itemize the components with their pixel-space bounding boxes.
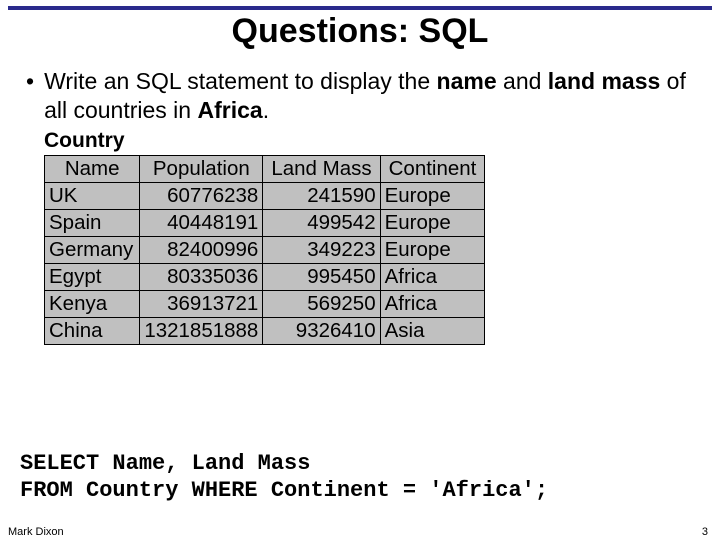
table-cell: Europe [380,236,485,263]
table-cell: Europe [380,182,485,209]
table-cell: Africa [380,290,485,317]
table-cell: 1321851888 [140,317,263,344]
table-row: Egypt80335036995450Africa [45,263,485,290]
col-population: Population [140,155,263,182]
prompt-text: Write an SQL statement to display the na… [44,67,712,125]
footer-author: Mark Dixon [8,526,64,538]
country-table-wrap: Country Name Population Land Mass Contin… [44,129,712,345]
table-cell: Germany [45,236,140,263]
table-cell: 569250 [263,290,380,317]
table-cell: 36913721 [140,290,263,317]
table-cell: China [45,317,140,344]
table-row: Spain40448191499542Europe [45,209,485,236]
table-cell: Asia [380,317,485,344]
col-name: Name [45,155,140,182]
table-cell: 9326410 [263,317,380,344]
slide-title: Questions: SQL [8,12,712,51]
table-cell: 349223 [263,236,380,263]
table-cell: Egypt [45,263,140,290]
table-cell: Spain [45,209,140,236]
bullet-dot: • [26,67,34,96]
table-header-row: Name Population Land Mass Continent [45,155,485,182]
col-continent: Continent [380,155,485,182]
table-cell: 241590 [263,182,380,209]
table-cell: UK [45,182,140,209]
table-row: Kenya36913721569250Africa [45,290,485,317]
country-table: Name Population Land Mass Continent UK60… [44,155,485,345]
table-cell: 40448191 [140,209,263,236]
footer-page: 3 [702,526,708,538]
col-landmass: Land Mass [263,155,380,182]
table-cell: Africa [380,263,485,290]
title-rule [8,6,712,10]
sql-line2: FROM Country WHERE Continent = 'Africa'; [20,478,548,503]
table-row: Germany82400996349223Europe [45,236,485,263]
footer: Mark Dixon 3 [8,526,708,538]
table-cell: Kenya [45,290,140,317]
table-row: UK60776238241590Europe [45,182,485,209]
table-cell: 995450 [263,263,380,290]
table-cell: 82400996 [140,236,263,263]
prompt-bullet: • Write an SQL statement to display the … [8,67,712,125]
table-body: UK60776238241590EuropeSpain4044819149954… [45,182,485,344]
table-cell: 80335036 [140,263,263,290]
table-caption: Country [44,129,712,153]
table-cell: Europe [380,209,485,236]
table-cell: 499542 [263,209,380,236]
sql-line1: SELECT Name, Land Mass [20,451,310,476]
table-cell: 60776238 [140,182,263,209]
sql-answer: SELECT Name, Land Mass FROM Country WHER… [20,451,548,504]
table-row: China13218518889326410Asia [45,317,485,344]
